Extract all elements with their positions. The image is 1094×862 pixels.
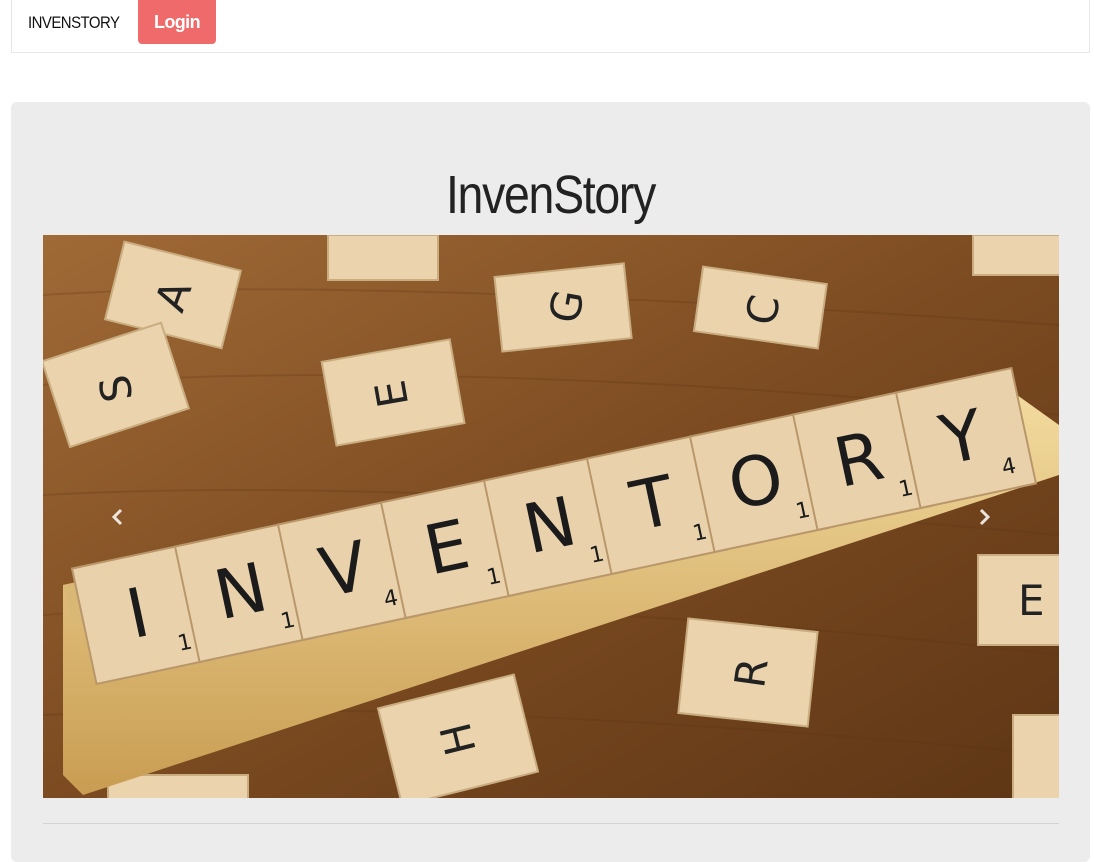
carousel: A G C S E R H E I1N1V4E1N1T1O1R1Y4	[43, 235, 1059, 798]
page-title: InvenStory	[445, 165, 656, 225]
carousel-prev-control[interactable]	[43, 235, 193, 798]
carousel-image: A G C S E R H E I 1N 1V 4E 1N 1T 1O 1R 1Y 4	[43, 235, 1059, 798]
brand-link[interactable]: INVENSTORY	[28, 13, 120, 33]
chevron-left-icon	[111, 508, 123, 525]
carousel-next-control[interactable]	[909, 235, 1059, 798]
chevron-right-icon	[979, 508, 991, 525]
jumbotron: InvenStory A G C S E R H E I 1 N 1 V 4 E…	[11, 102, 1090, 862]
divider	[43, 823, 1059, 824]
navbar: INVENSTORY Login	[11, 0, 1090, 53]
login-button[interactable]: Login	[138, 0, 216, 44]
